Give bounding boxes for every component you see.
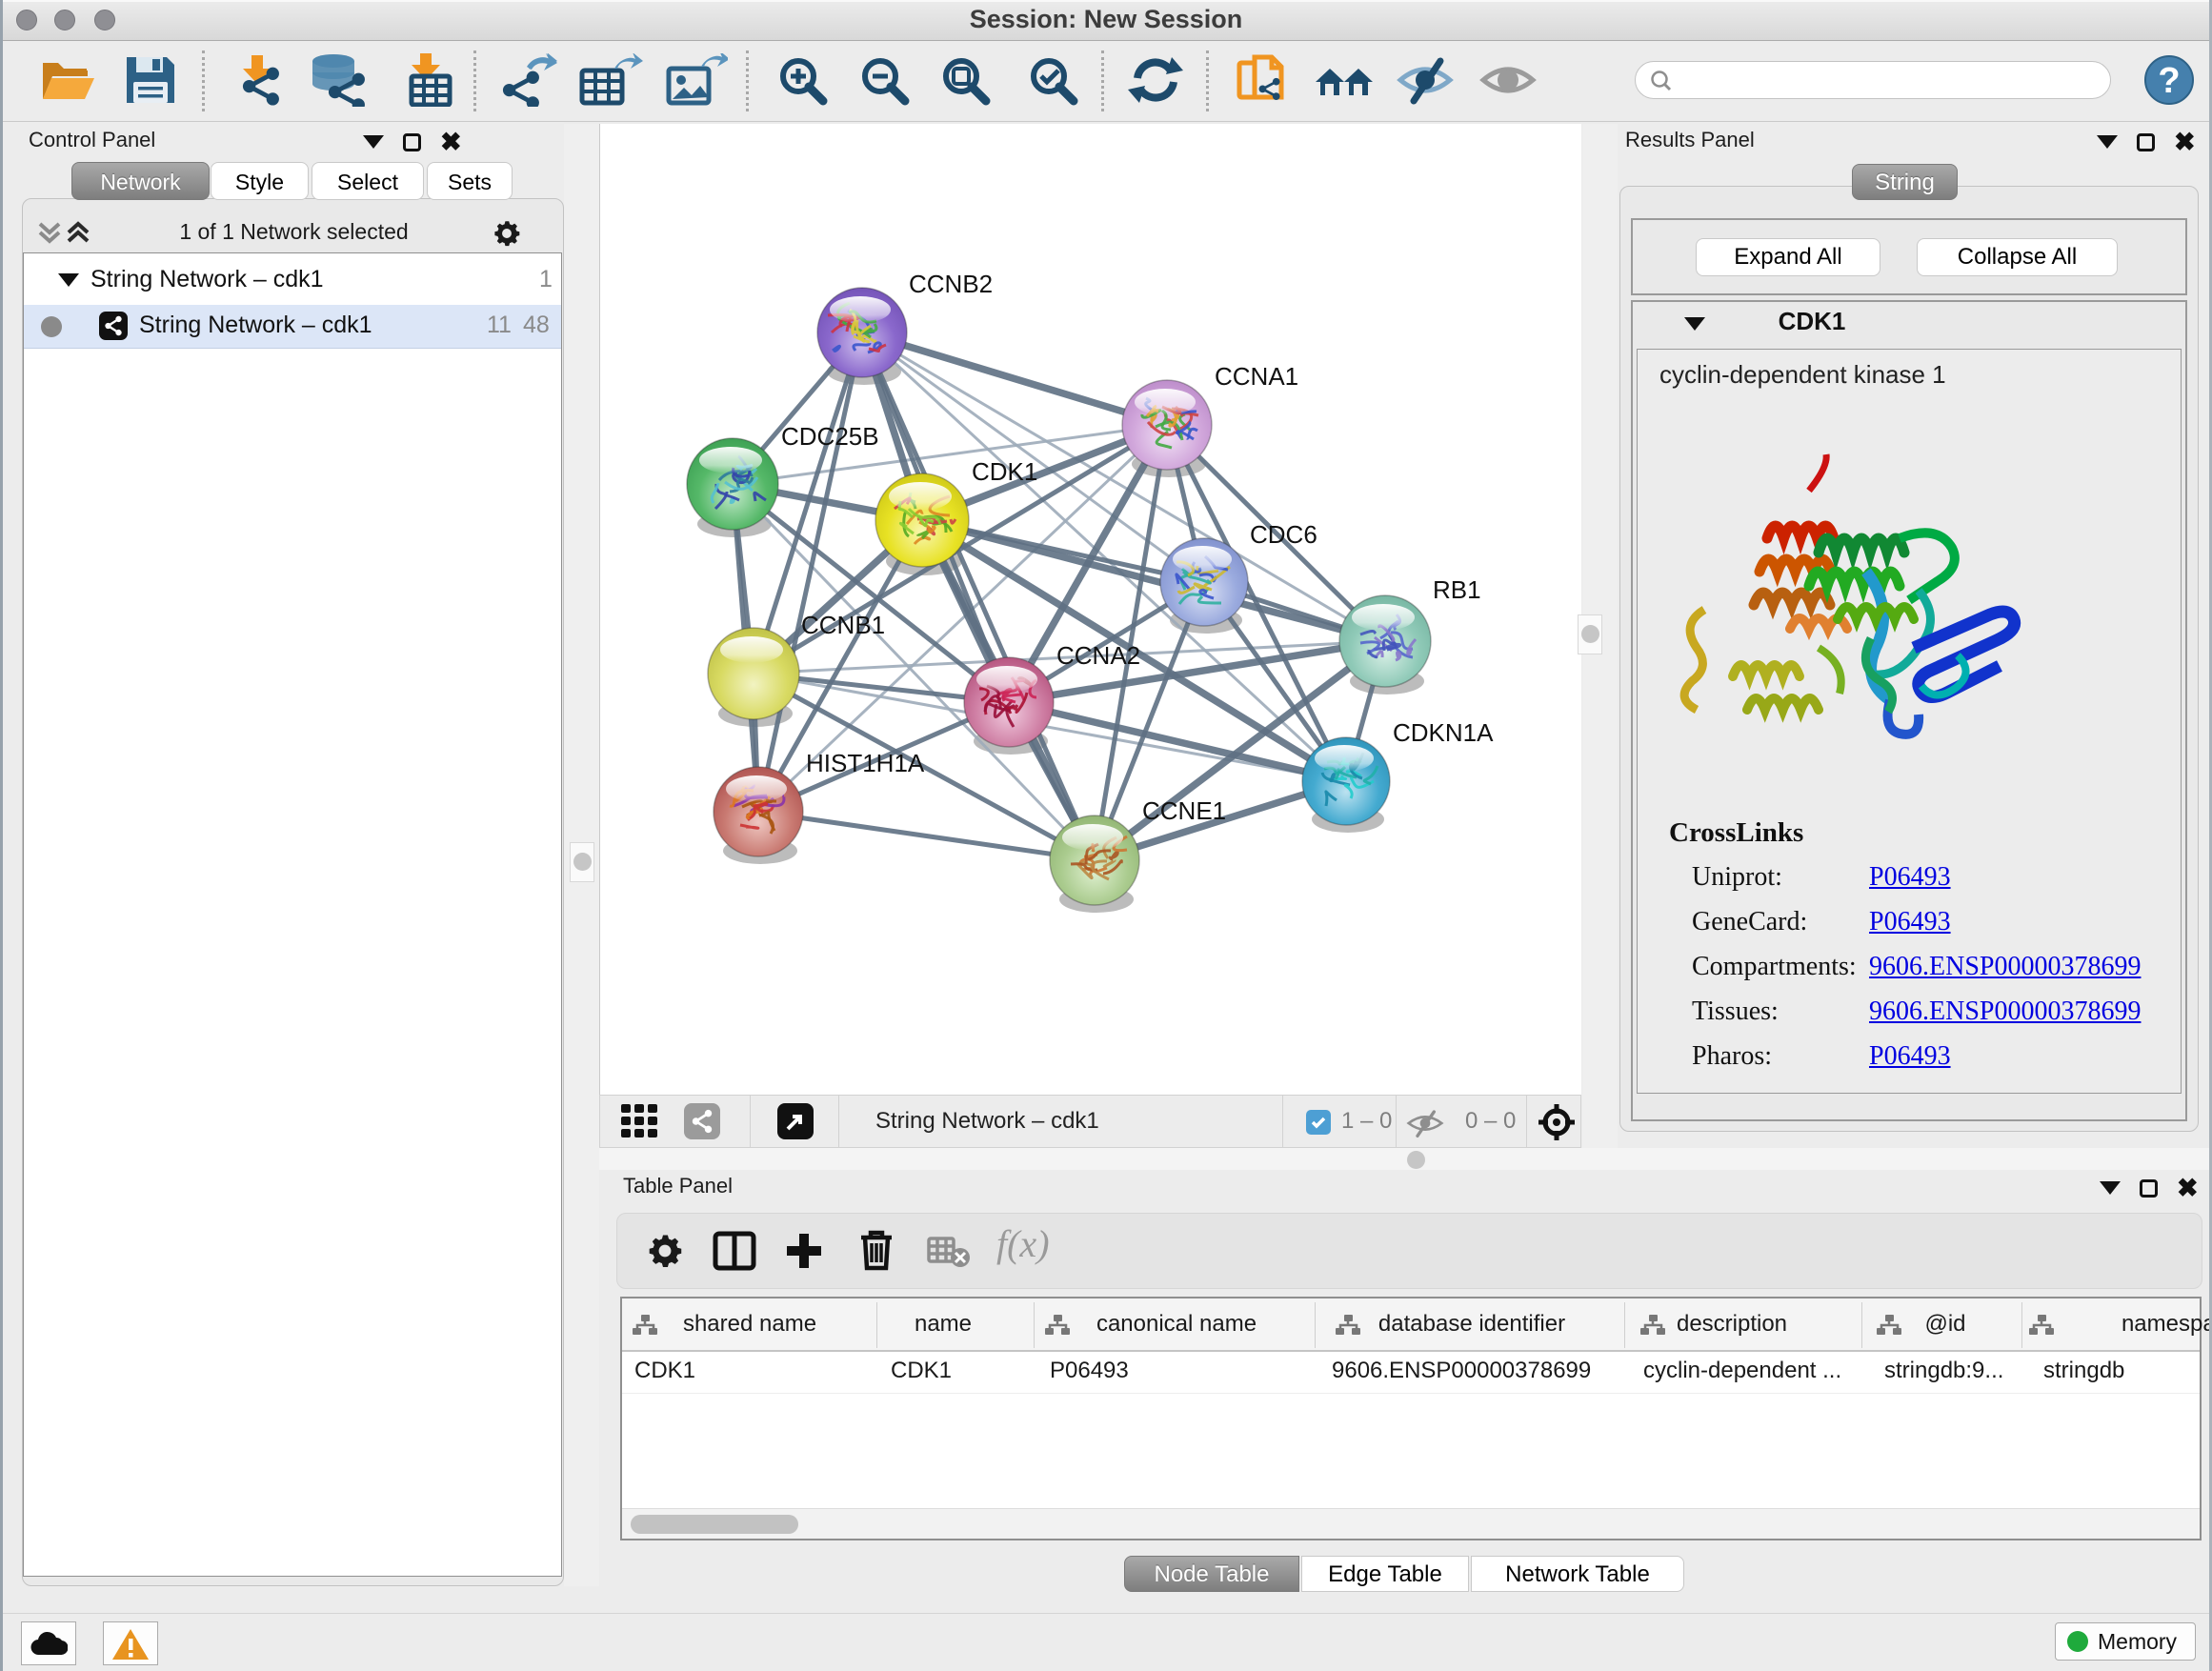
- svg-text:CDC25B: CDC25B: [781, 422, 879, 451]
- svg-text:CDK1: CDK1: [972, 457, 1037, 486]
- svg-text:CCNA1: CCNA1: [1215, 362, 1298, 391]
- svg-text:CCNE1: CCNE1: [1142, 796, 1226, 825]
- svg-text:CDC6: CDC6: [1250, 520, 1317, 549]
- svg-text:CDKN1A: CDKN1A: [1393, 718, 1494, 747]
- svg-text:RB1: RB1: [1433, 575, 1481, 604]
- svg-text:HIST1H1A: HIST1H1A: [806, 749, 925, 777]
- svg-text:CCNA2: CCNA2: [1056, 641, 1140, 670]
- svg-text:CCNB2: CCNB2: [909, 270, 993, 298]
- svg-text:CCNB1: CCNB1: [801, 611, 885, 639]
